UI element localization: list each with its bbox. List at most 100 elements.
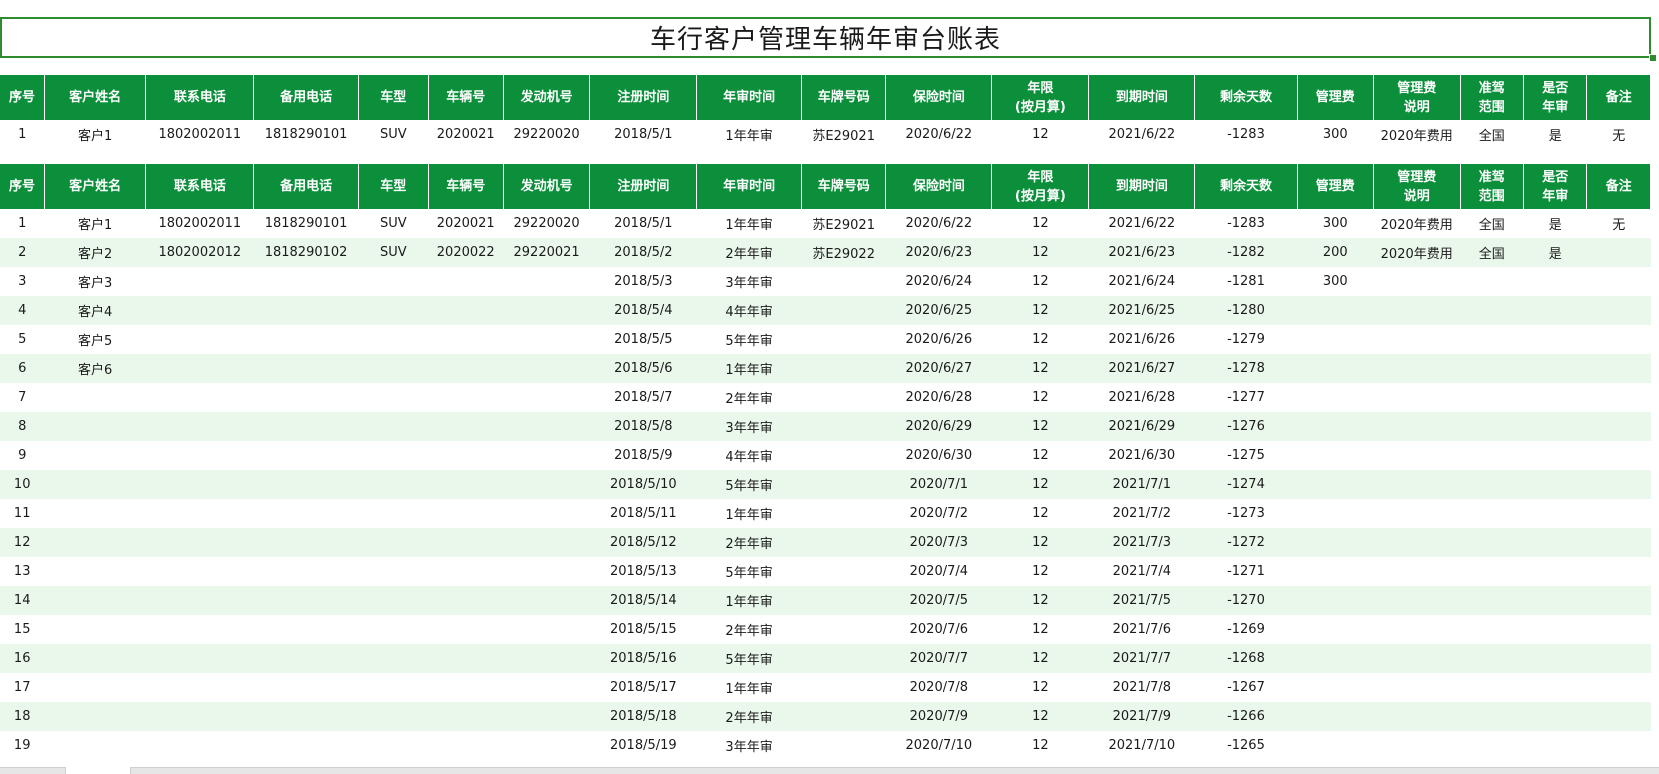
table-cell[interactable] — [358, 702, 429, 731]
table-cell[interactable] — [1523, 586, 1587, 615]
table-cell[interactable] — [1373, 470, 1461, 499]
table-cell[interactable] — [503, 644, 590, 673]
table-cell[interactable] — [1460, 528, 1524, 557]
table-cell[interactable]: 4年年审 — [697, 441, 802, 470]
table-cell[interactable] — [1587, 673, 1651, 702]
table-cell[interactable] — [801, 731, 886, 760]
table-cell[interactable]: 2021/6/22 — [1089, 120, 1195, 149]
column-header[interactable]: 到期时间 — [1088, 164, 1196, 209]
table-cell[interactable] — [1587, 731, 1651, 760]
table-cell[interactable] — [1460, 412, 1524, 441]
table-cell[interactable]: SUV — [358, 120, 428, 149]
column-header[interactable]: 年限 (按月算) — [991, 75, 1090, 120]
table-cell[interactable] — [44, 644, 146, 673]
table-cell[interactable] — [801, 644, 886, 673]
table-cell[interactable]: 5年年审 — [697, 557, 802, 586]
column-header[interactable]: 管理费 说明 — [1373, 75, 1461, 120]
table-cell[interactable] — [1523, 296, 1587, 325]
table-cell[interactable] — [253, 412, 359, 441]
table-cell[interactable] — [1460, 470, 1524, 499]
table-cell[interactable] — [253, 644, 359, 673]
table-cell[interactable] — [801, 557, 886, 586]
table-cell[interactable] — [1460, 557, 1523, 586]
column-header[interactable]: 车辆号 — [428, 164, 504, 209]
table-cell[interactable]: 2020021 — [428, 120, 503, 149]
table-cell[interactable] — [1373, 673, 1460, 702]
column-header[interactable]: 客户姓名 — [44, 75, 147, 120]
table-cell[interactable] — [146, 267, 254, 296]
table-cell[interactable] — [1373, 615, 1460, 644]
table-cell[interactable]: -1282 — [1194, 238, 1298, 267]
table-cell[interactable]: 12 — [991, 586, 1089, 615]
table-cell[interactable]: 2018/5/9 — [590, 441, 697, 470]
table-cell[interactable] — [428, 499, 503, 528]
table-cell[interactable]: 12 — [992, 209, 1089, 238]
table-cell[interactable]: 2021/7/3 — [1088, 528, 1195, 557]
table-cell[interactable]: 是 — [1523, 209, 1586, 238]
table-cell[interactable]: 1802002011 — [146, 209, 254, 238]
table-cell[interactable] — [358, 528, 429, 557]
table-cell[interactable]: -1269 — [1195, 615, 1298, 644]
table-cell[interactable] — [146, 383, 254, 412]
table-cell[interactable]: 1 — [0, 209, 44, 238]
table-cell[interactable]: 2018/5/10 — [589, 470, 697, 499]
table-cell[interactable]: 12 — [992, 673, 1089, 702]
table-cell[interactable]: 2018/5/3 — [590, 267, 697, 296]
table-cell[interactable] — [801, 586, 886, 615]
table-cell[interactable] — [428, 644, 504, 673]
table-cell[interactable] — [801, 441, 886, 470]
table-cell[interactable]: 2020年费用 — [1373, 209, 1460, 238]
table-cell[interactable]: 8 — [0, 412, 45, 441]
table-cell[interactable] — [1373, 354, 1461, 383]
table-cell[interactable] — [1297, 296, 1374, 325]
table-cell[interactable] — [1523, 267, 1586, 296]
table-cell[interactable]: 2021/6/23 — [1088, 238, 1195, 267]
table-cell[interactable]: 客户6 — [44, 354, 146, 383]
table-cell[interactable]: -1281 — [1195, 267, 1298, 296]
column-header[interactable]: 序号 — [0, 164, 45, 209]
table-cell[interactable] — [44, 470, 146, 499]
table-cell[interactable]: 2018/5/13 — [590, 557, 697, 586]
table-cell[interactable]: 12 — [992, 325, 1089, 354]
table-cell[interactable]: 1年年审 — [696, 586, 802, 615]
table-cell[interactable]: 客户1 — [44, 120, 146, 149]
table-cell[interactable] — [44, 412, 146, 441]
column-header[interactable]: 剩余天数 — [1194, 75, 1298, 120]
table-cell[interactable]: 无 — [1587, 120, 1651, 149]
table-cell[interactable] — [1297, 673, 1373, 702]
table-cell[interactable] — [1297, 586, 1374, 615]
table-cell[interactable]: 全国 — [1460, 238, 1524, 267]
table-cell[interactable] — [428, 296, 504, 325]
column-header[interactable]: 联系电话 — [145, 164, 255, 209]
table-cell[interactable]: 6 — [0, 354, 45, 383]
table-cell[interactable]: 1年年审 — [697, 673, 802, 702]
table-cell[interactable] — [428, 586, 504, 615]
table-cell[interactable]: 2020年费用 — [1373, 120, 1460, 149]
table-cell[interactable] — [1373, 412, 1461, 441]
table-cell[interactable] — [1586, 412, 1651, 441]
table-cell[interactable] — [503, 528, 590, 557]
column-header[interactable]: 注册时间 — [589, 75, 698, 120]
table-cell[interactable] — [428, 731, 503, 760]
table-cell[interactable] — [1460, 615, 1523, 644]
table-cell[interactable]: 2021/7/10 — [1089, 731, 1195, 760]
table-cell[interactable] — [253, 354, 359, 383]
table-cell[interactable] — [1373, 499, 1460, 528]
table-cell[interactable]: 12 — [992, 120, 1089, 149]
table-cell[interactable]: SUV — [358, 238, 429, 267]
table-cell[interactable] — [253, 586, 359, 615]
table-cell[interactable] — [358, 615, 428, 644]
table-cell[interactable]: 29220020 — [503, 120, 590, 149]
table-cell[interactable]: 2年年审 — [696, 702, 802, 731]
table-cell[interactable] — [1460, 731, 1523, 760]
table-cell[interactable]: 客户3 — [44, 267, 146, 296]
table-cell[interactable] — [1297, 470, 1374, 499]
table-cell[interactable] — [428, 673, 503, 702]
table-cell[interactable]: 客户1 — [44, 209, 146, 238]
table-cell[interactable] — [1523, 615, 1586, 644]
table-cell[interactable] — [428, 615, 503, 644]
table-cell[interactable] — [254, 673, 359, 702]
column-header[interactable]: 管理费 — [1297, 75, 1374, 120]
table-cell[interactable] — [1297, 325, 1373, 354]
table-cell[interactable]: -1267 — [1195, 673, 1298, 702]
